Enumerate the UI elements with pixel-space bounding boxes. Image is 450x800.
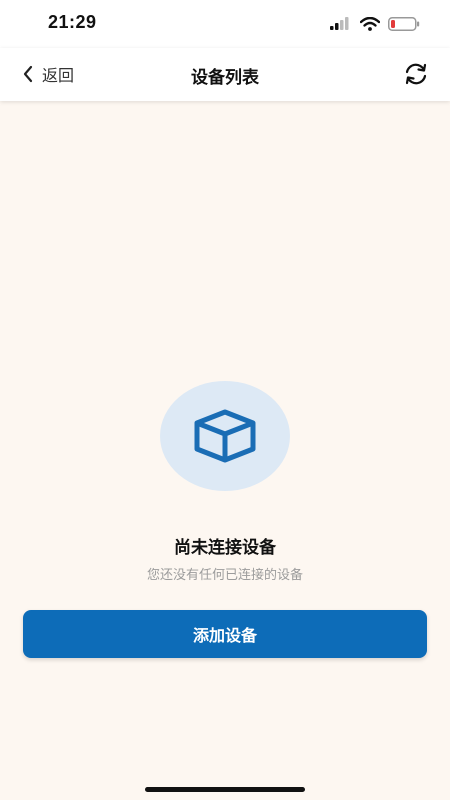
cube-icon [194, 409, 256, 463]
page-title: 设备列表 [191, 68, 259, 88]
status-icons [330, 16, 420, 32]
wifi-icon [360, 17, 380, 31]
battery-low-icon [388, 17, 420, 31]
home-indicator [145, 787, 305, 792]
status-time: 21:29 [48, 12, 97, 32]
refresh-button[interactable] [402, 60, 430, 88]
empty-state-title: 尚未连接设备 [174, 538, 276, 558]
empty-state-subtitle: 您还没有任何已连接的设备 [146, 568, 303, 583]
status-bar: 21:29 [0, 0, 450, 48]
nav-bar: 返回 设备列表 [0, 48, 450, 101]
signal-icon [330, 17, 349, 30]
add-device-button[interactable]: 添加设备 [23, 610, 427, 658]
empty-illustration [160, 381, 290, 491]
refresh-icon [405, 63, 427, 85]
